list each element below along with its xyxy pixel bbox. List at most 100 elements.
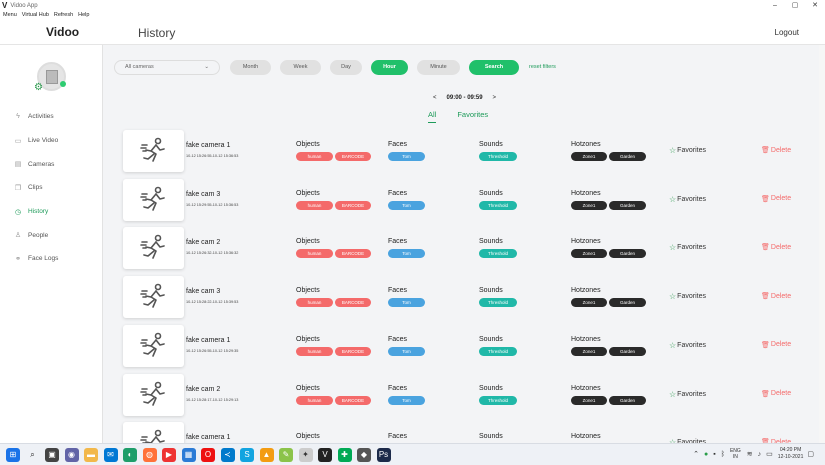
sidebar-item-cameras[interactable]: ▤ Cameras: [12, 152, 58, 176]
prev-range-button[interactable]: <: [433, 95, 437, 101]
delete-button[interactable]: 🗑 Delete: [761, 292, 791, 301]
wifi-icon[interactable]: ≋: [747, 450, 753, 458]
object-tag[interactable]: human: [296, 346, 333, 356]
sound-tag[interactable]: Threshold: [479, 298, 517, 308]
opera-icon[interactable]: O: [201, 448, 215, 462]
logout-button[interactable]: Logout: [775, 28, 799, 37]
favorites-button[interactable]: ☆ Favorites: [669, 390, 706, 399]
clip-thumbnail[interactable]: [123, 373, 184, 416]
sound-tag[interactable]: Threshold: [479, 395, 517, 405]
volume-icon[interactable]: ♪: [758, 451, 762, 458]
object-tag[interactable]: BARCODE: [335, 395, 371, 405]
search-icon[interactable]: ⌕: [26, 448, 40, 462]
task-view-icon[interactable]: ▣: [45, 448, 59, 462]
object-tag[interactable]: BARCODE: [335, 200, 371, 210]
tab-all[interactable]: All: [428, 110, 437, 123]
reset-filters-link[interactable]: reset filters: [529, 64, 556, 70]
language-indicator[interactable]: ENG IN: [730, 448, 741, 460]
face-tag[interactable]: Tom: [388, 200, 425, 210]
face-tag[interactable]: Tom: [388, 249, 425, 259]
hotzone-tag[interactable]: Zone1: [571, 395, 607, 405]
firefox-icon[interactable]: ◍: [142, 448, 157, 462]
hotzone-tag[interactable]: Garden: [609, 200, 646, 210]
file-explorer-icon[interactable]: ▬: [84, 448, 98, 462]
clip-thumbnail[interactable]: [123, 227, 184, 270]
sidebar-item-live-video[interactable]: ▭ Live Video: [12, 129, 59, 153]
face-tag[interactable]: Tom: [388, 346, 425, 356]
object-tag[interactable]: BARCODE: [335, 298, 371, 308]
filter-day-button[interactable]: Day: [330, 59, 362, 75]
clock[interactable]: 04:20 PM 12-10-2021: [778, 447, 804, 461]
notes-icon[interactable]: ✎: [279, 448, 293, 462]
brand-name[interactable]: Vidoo: [46, 25, 79, 39]
next-range-button[interactable]: >: [493, 95, 497, 101]
sound-tag[interactable]: Threshold: [479, 152, 517, 161]
chevron-up-icon[interactable]: ⌃: [693, 450, 699, 458]
vlc-icon[interactable]: ▲: [259, 448, 274, 462]
delete-button[interactable]: 🗑 Delete: [761, 243, 791, 252]
object-tag[interactable]: human: [296, 200, 333, 210]
sidebar-item-history[interactable]: ◷ History: [12, 200, 58, 224]
clip-thumbnail[interactable]: [123, 276, 184, 319]
favorites-button[interactable]: ☆ Favorites: [669, 243, 706, 252]
delete-button[interactable]: 🗑 Delete: [761, 146, 791, 155]
filter-month-button[interactable]: Month: [230, 59, 271, 75]
sound-tag[interactable]: Threshold: [479, 200, 517, 210]
unity-icon[interactable]: ◆: [357, 448, 371, 462]
table-row[interactable]: fake camera 1 10-12 15:26:55-10-12 15:29…: [114, 321, 814, 369]
hotzone-tag[interactable]: Zone1: [571, 346, 607, 356]
hotzone-tag[interactable]: Zone1: [571, 200, 607, 210]
app-icon[interactable]: ✚: [337, 448, 352, 462]
youtube-icon[interactable]: ▶: [162, 448, 176, 462]
favorites-button[interactable]: ☆ Favorites: [669, 341, 706, 350]
table-row[interactable]: fake cam 2 10-12 15:28:17-10-12 15:29:13…: [114, 370, 814, 418]
chat-icon[interactable]: ◉: [64, 448, 79, 462]
hotzone-tag[interactable]: Zone1: [571, 249, 607, 259]
mail-icon[interactable]: ✉: [103, 448, 118, 462]
tab-favorites[interactable]: Favorites: [457, 110, 488, 123]
face-tag[interactable]: Tom: [388, 152, 425, 161]
table-row[interactable]: fake cam 3 10-12 15:28:22-10-12 15:39:53…: [114, 272, 814, 320]
battery-icon[interactable]: ▭: [766, 450, 773, 458]
store-icon[interactable]: ▦: [181, 448, 196, 462]
hotzone-tag[interactable]: Zone1: [571, 152, 607, 161]
table-row[interactable]: fake cam 3 10-12 15:29:55-10-12 15:36:53…: [114, 175, 814, 223]
paint-icon[interactable]: ✦: [298, 448, 313, 462]
bluetooth-icon[interactable]: ᛒ: [721, 451, 725, 458]
hotzone-tag[interactable]: Garden: [609, 346, 646, 356]
object-tag[interactable]: human: [296, 152, 333, 161]
sidebar-item-activities[interactable]: ϟ Activities: [12, 105, 58, 129]
sidebar-item-clips[interactable]: ❐ Clips: [12, 176, 58, 200]
sound-tag[interactable]: Threshold: [479, 249, 517, 259]
object-tag[interactable]: human: [296, 249, 333, 259]
hotzone-tag[interactable]: Garden: [609, 249, 646, 259]
clip-thumbnail[interactable]: [123, 130, 184, 172]
edge-icon[interactable]: ◐: [123, 448, 137, 462]
object-tag[interactable]: BARCODE: [335, 152, 371, 161]
tray-icon[interactable]: ▪: [713, 451, 715, 458]
avatar[interactable]: ⚙: [34, 62, 66, 93]
minimize-icon[interactable]: –: [765, 0, 785, 11]
menu-item-virtual-hub[interactable]: Virtual Hub: [22, 12, 49, 18]
table-row[interactable]: fake camera 1 10-12 15:26:55-10-12 15:36…: [114, 126, 814, 174]
maximize-icon[interactable]: ▢: [785, 0, 805, 11]
face-tag[interactable]: Tom: [388, 395, 425, 405]
clip-thumbnail[interactable]: [123, 324, 184, 367]
sound-tag[interactable]: Threshold: [479, 346, 517, 356]
scrollbar[interactable]: [819, 45, 825, 443]
skype-icon[interactable]: S: [240, 448, 254, 462]
tray-app-icon[interactable]: ●: [704, 451, 708, 458]
windows-start-icon[interactable]: ⊞: [6, 448, 20, 462]
sidebar-item-people[interactable]: ♙ People: [12, 223, 58, 247]
menu-item-refresh[interactable]: Refresh: [54, 12, 73, 18]
hotzone-tag[interactable]: Garden: [609, 298, 646, 308]
notification-icon[interactable]: ▢: [807, 450, 814, 458]
menu-item-menu[interactable]: Menu: [3, 12, 17, 18]
close-icon[interactable]: ✕: [805, 0, 825, 11]
filter-week-button[interactable]: Week: [280, 59, 321, 75]
vscode-icon[interactable]: ≺: [220, 448, 235, 462]
photoshop-icon[interactable]: Ps: [376, 448, 391, 462]
vidoo-taskbar-icon[interactable]: V: [318, 448, 332, 462]
filter-minute-button[interactable]: Minute: [417, 59, 460, 75]
delete-button[interactable]: 🗑 Delete: [761, 390, 791, 398]
